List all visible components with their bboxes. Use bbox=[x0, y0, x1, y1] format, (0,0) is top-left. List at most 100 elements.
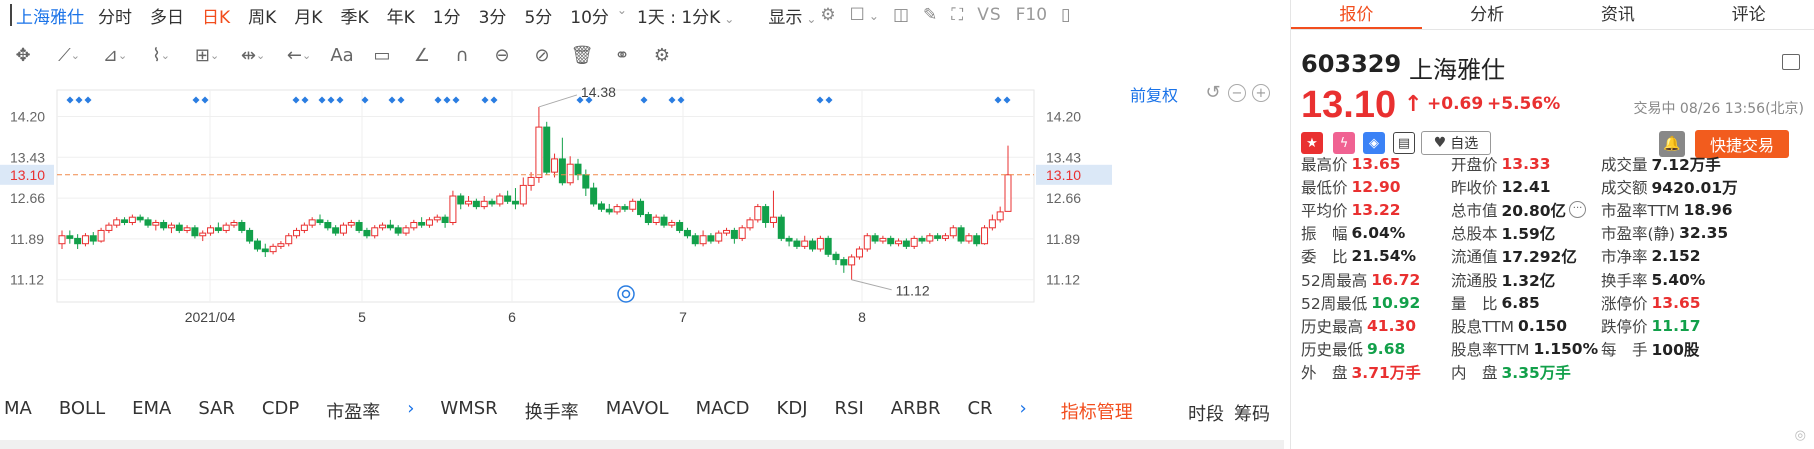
event-marker bbox=[994, 96, 1002, 104]
lightning-icon[interactable]: ϟ bbox=[1333, 132, 1355, 154]
period-tab[interactable]: 月K bbox=[294, 3, 322, 28]
indicator-manage-button[interactable]: 指标管理 bbox=[1061, 398, 1133, 424]
indicator-tab[interactable]: MAVOL bbox=[606, 398, 669, 424]
chevron-right-icon[interactable]: › bbox=[407, 398, 414, 424]
period-tab[interactable]: 周K bbox=[248, 3, 276, 28]
candle-body bbox=[105, 224, 113, 231]
square-icon[interactable]: ☐ ⌄ bbox=[850, 5, 879, 25]
zoom-in-icon[interactable]: + bbox=[1252, 84, 1270, 102]
period-tab[interactable]: 5分 bbox=[524, 3, 552, 28]
wave-icon[interactable]: ⌇ ⌄ bbox=[138, 40, 184, 70]
candle-body bbox=[97, 229, 105, 242]
zoom-out-icon[interactable]: − bbox=[1228, 84, 1246, 102]
pencil-icon[interactable]: ✎ bbox=[923, 5, 937, 25]
ray-icon[interactable]: ⊿ ⌄ bbox=[92, 40, 138, 70]
candle-body bbox=[629, 200, 637, 210]
indicator-tab[interactable]: WMSR bbox=[440, 398, 497, 424]
period-tab[interactable]: 季K bbox=[340, 3, 368, 28]
comment-icon[interactable]: ▭ bbox=[362, 40, 402, 70]
reset-icon[interactable]: ↺ bbox=[1204, 84, 1222, 102]
candle-body bbox=[895, 240, 903, 245]
stat-value: 11.17 bbox=[1651, 316, 1701, 335]
stat-value: 1.32亿 bbox=[1501, 271, 1556, 290]
adjust-type-link[interactable]: 前复权 bbox=[1130, 82, 1178, 106]
candle-body bbox=[840, 259, 848, 266]
display-menu[interactable]: 显示 ⌄ bbox=[768, 3, 816, 28]
indicator-tab[interactable]: EMA bbox=[132, 398, 171, 424]
event-marker bbox=[640, 96, 648, 104]
period-tab[interactable]: 3分 bbox=[479, 3, 507, 28]
vs-button[interactable]: VS bbox=[977, 5, 1001, 25]
list-menu-icon[interactable] bbox=[1782, 54, 1800, 70]
chevron-right-icon[interactable]: › bbox=[1020, 398, 1027, 424]
event-marker bbox=[301, 96, 309, 104]
kline-chart[interactable]: 14.20 14.20 13.43 13.43 12.66 12.66 11.89 11.89… bbox=[0, 80, 1284, 380]
fib-icon[interactable]: ⊞ ⌄ bbox=[184, 40, 230, 70]
document-icon[interactable]: ▤ bbox=[1393, 132, 1415, 154]
period-tab[interactable]: 分时 bbox=[98, 3, 132, 28]
indicator-tab[interactable]: BOLL bbox=[59, 398, 105, 424]
f10-button[interactable]: F10 bbox=[1016, 5, 1047, 25]
chart-scrollbar[interactable] bbox=[0, 440, 1284, 449]
move-icon[interactable]: ✥ bbox=[0, 40, 46, 70]
indicator-tab[interactable]: ARBR bbox=[891, 398, 941, 424]
period-tab[interactable]: 日K bbox=[202, 3, 230, 28]
fullscreen-icon[interactable]: ⛶ bbox=[951, 5, 963, 25]
gear-icon[interactable]: ⚙ bbox=[820, 5, 835, 25]
indicator-tab[interactable]: KDJ bbox=[777, 398, 808, 424]
angle-icon[interactable]: ∠ bbox=[402, 40, 442, 70]
chip-tab[interactable]: 筹码 bbox=[1234, 400, 1270, 426]
stock-name-link[interactable]: 上海雅仕 bbox=[16, 3, 84, 28]
y-tick-label-right: 13.43 bbox=[1046, 149, 1081, 165]
quote-tab[interactable]: 分析 bbox=[1422, 0, 1553, 29]
arc-icon[interactable]: ∩ bbox=[442, 40, 482, 70]
indicator-tab[interactable]: 市盈率 bbox=[326, 398, 380, 424]
stat-item: 52周最低 10.92 bbox=[1301, 291, 1451, 314]
candle-body bbox=[871, 235, 879, 242]
sidebar-toggle-icon[interactable]: ▯ bbox=[1061, 5, 1070, 25]
stat-label: 历史最高 bbox=[1301, 317, 1364, 336]
kline-svg[interactable]: 14.20 14.20 13.43 13.43 12.66 12.66 11.89 11.89… bbox=[0, 80, 1284, 380]
candle-body bbox=[121, 219, 129, 224]
line-icon[interactable]: ⟋ ⌄ bbox=[46, 40, 92, 70]
more-icon[interactable]: ··· bbox=[1569, 201, 1587, 219]
chart-zoom-controls: ↺ − + bbox=[1204, 84, 1270, 102]
tag-icon[interactable]: ◈ bbox=[1363, 132, 1385, 154]
trash-icon[interactable]: 🗑 bbox=[562, 40, 602, 70]
candle-body bbox=[496, 195, 504, 205]
indicator-tab[interactable]: CR bbox=[967, 398, 992, 424]
settings-icon[interactable]: ⚙ bbox=[642, 40, 682, 70]
indicator-tab[interactable]: SAR bbox=[198, 398, 235, 424]
event-marker bbox=[825, 96, 833, 104]
indicator-tab[interactable]: MA bbox=[4, 398, 32, 424]
indicator-tab[interactable]: RSI bbox=[835, 398, 864, 424]
candle-body bbox=[879, 237, 887, 242]
hide-icon[interactable]: ⊘ bbox=[522, 40, 562, 70]
quote-tab[interactable]: 评论 bbox=[1683, 0, 1814, 29]
arrow-icon[interactable]: ← ⌄ bbox=[276, 40, 322, 70]
watermark-logo: ◎ bbox=[1794, 428, 1806, 443]
stat-item: 成交量 7.12万手 bbox=[1601, 152, 1811, 175]
range-icon[interactable]: ⇹ ⌄ bbox=[230, 40, 276, 70]
quote-tab[interactable]: 资讯 bbox=[1553, 0, 1684, 29]
chevron-down-icon[interactable]: ⌄ bbox=[617, 3, 627, 28]
period-tab[interactable]: 10分 bbox=[570, 3, 609, 28]
period-tab[interactable]: 多日 bbox=[150, 3, 184, 28]
overlay-icon[interactable]: ⚭ bbox=[602, 40, 642, 70]
candle-body bbox=[433, 216, 441, 221]
lock-icon[interactable]: ⊖ bbox=[482, 40, 522, 70]
quote-tab[interactable]: 报价 bbox=[1291, 0, 1422, 29]
indicator-tab[interactable]: MACD bbox=[696, 398, 750, 424]
period-segment-tab[interactable]: 时段 bbox=[1188, 400, 1224, 426]
camera-icon[interactable]: ◫ bbox=[893, 5, 909, 25]
interval-select[interactable]: 1天 : 1分K ⌄ bbox=[637, 3, 734, 28]
event-marker bbox=[75, 96, 83, 104]
indicator-tab[interactable]: CDP bbox=[262, 398, 299, 424]
period-tab[interactable]: 1分 bbox=[433, 3, 461, 28]
stat-item: 跌停价 11.17 bbox=[1601, 314, 1811, 337]
text-icon[interactable]: Aa bbox=[322, 40, 362, 70]
period-tab[interactable]: 年K bbox=[387, 3, 415, 28]
indicator-tab[interactable]: 换手率 bbox=[525, 398, 579, 424]
candle-body bbox=[207, 227, 215, 234]
x-tick-label: 2021/04 bbox=[185, 309, 236, 325]
